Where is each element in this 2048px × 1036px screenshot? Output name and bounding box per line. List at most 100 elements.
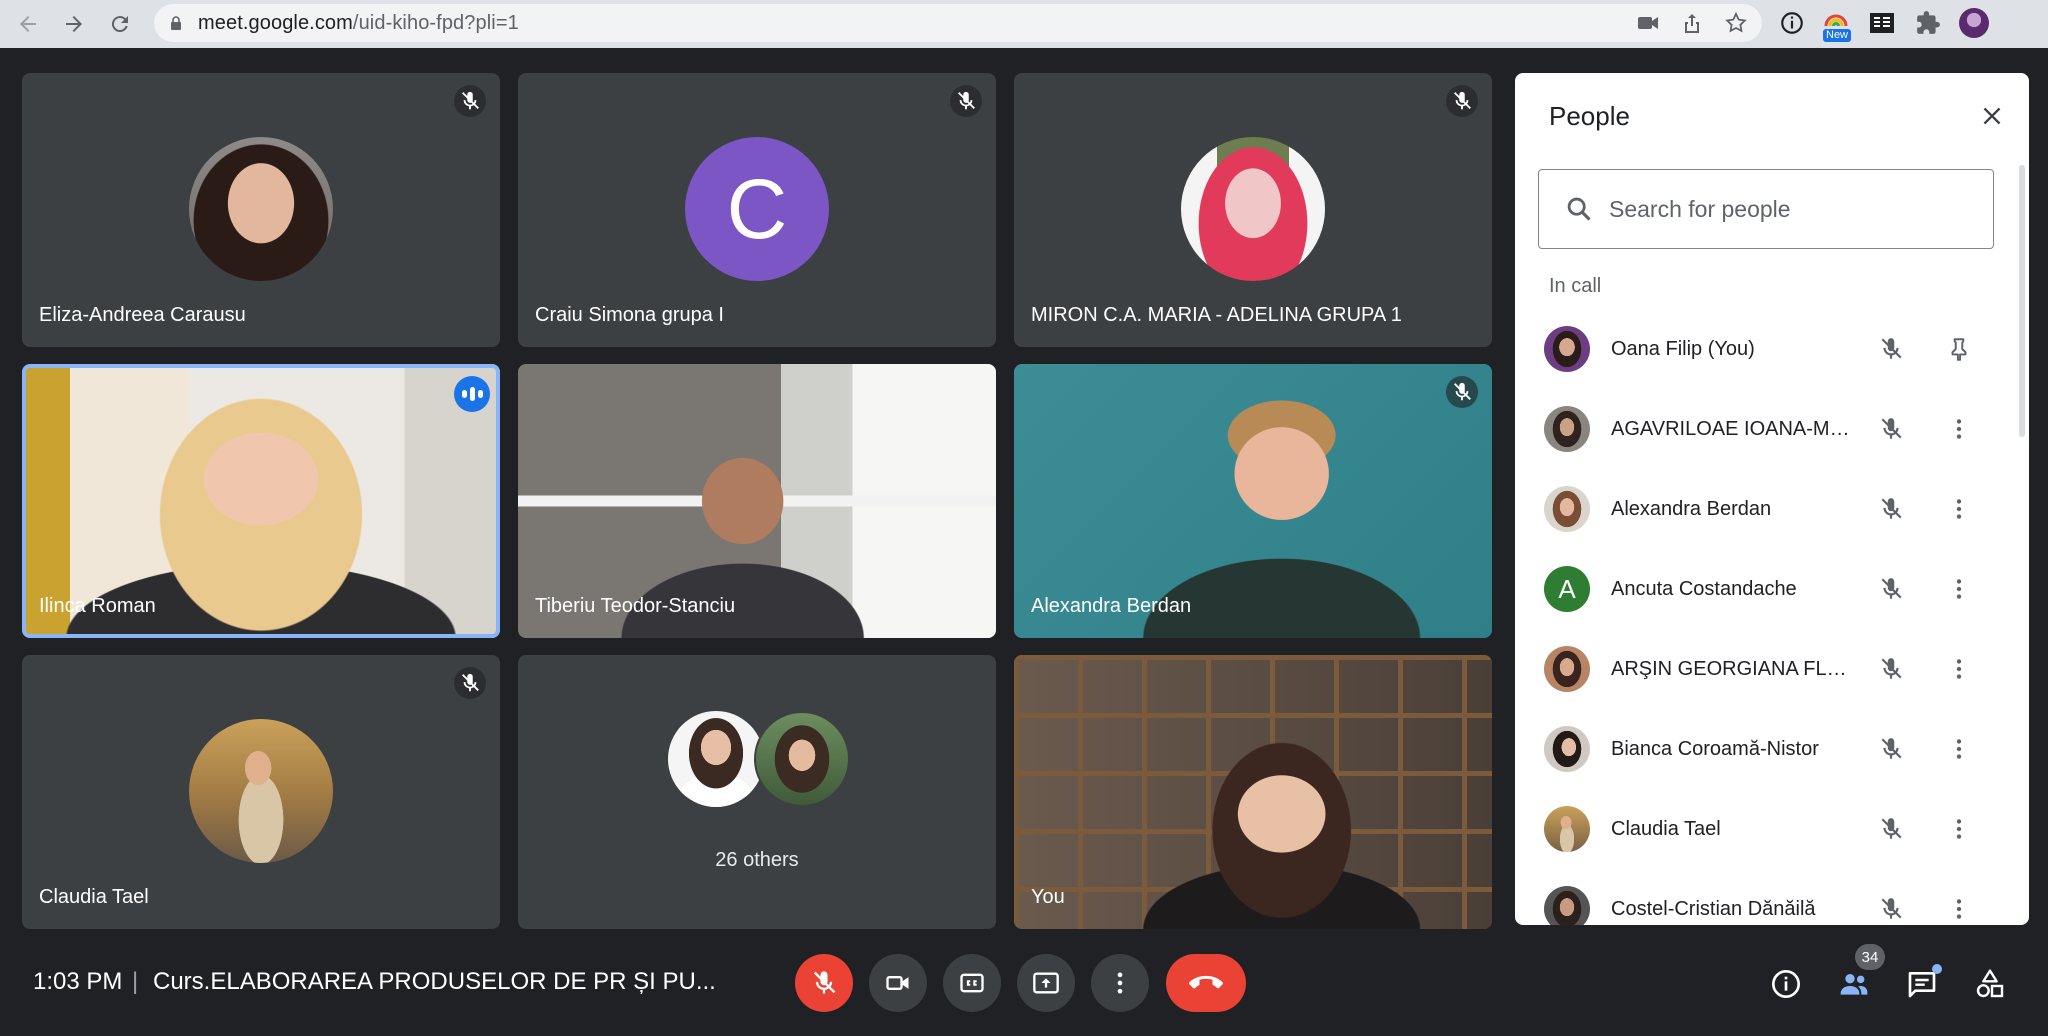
participant-name: Costel-Cristian Dănăilă <box>1611 897 1816 920</box>
participant-name: Claudia Tael <box>1611 817 1721 840</box>
avatar <box>1544 646 1590 692</box>
mic-off-icon <box>462 673 479 692</box>
call-end-icon <box>1189 975 1223 989</box>
more-options-button[interactable] <box>1091 954 1149 1012</box>
info-extension-button[interactable] <box>1775 6 1809 40</box>
mute-status-button[interactable] <box>1873 491 1909 527</box>
extensions-button[interactable] <box>1911 6 1945 40</box>
avatar: A <box>1544 566 1590 612</box>
participant-name: Bianca Coroamă-Nistor <box>1611 737 1819 760</box>
list-item[interactable]: Costel-Cristian Dănăilă <box>1515 869 2015 925</box>
self-tile[interactable]: You <box>1014 655 1492 929</box>
participant-tile[interactable]: Claudia Tael <box>22 655 500 929</box>
microphone-toggle-button[interactable] <box>795 954 853 1012</box>
participant-name: Ancuta Costandache <box>1611 577 1797 600</box>
more-options-button[interactable] <box>1941 491 1977 527</box>
back-arrow-icon <box>20 16 36 32</box>
more-options-button[interactable] <box>1941 811 1977 847</box>
forward-button[interactable] <box>56 6 92 42</box>
list-item[interactable]: ARŞIN GEORGIANA FLAV... <box>1515 629 2015 709</box>
present-screen-button[interactable] <box>1017 954 1075 1012</box>
section-label: In call <box>1549 275 1602 297</box>
mute-status-button[interactable] <box>1873 891 1909 925</box>
closed-captions-icon <box>960 973 984 993</box>
camera-toggle-button[interactable] <box>869 954 927 1012</box>
mic-off-icon <box>1881 818 1902 839</box>
mute-status-button[interactable] <box>1873 571 1909 607</box>
activities-button[interactable] <box>1968 962 2012 1006</box>
back-button[interactable] <box>10 6 46 42</box>
more-vert-icon <box>1956 419 1962 439</box>
mute-status-button[interactable] <box>1873 731 1909 767</box>
divider: | <box>132 968 139 995</box>
participant-tile[interactable]: Tiberiu Teodor-Stanciu <box>518 364 996 638</box>
participant-tile[interactable]: Eliza-Andreea Carausu <box>22 73 500 347</box>
participant-name: Tiberiu Teodor-Stanciu <box>535 595 736 617</box>
meeting-details-button[interactable] <box>1764 962 1808 1006</box>
list-item[interactable]: Bianca Coroamă-Nistor <box>1515 709 2015 789</box>
avatar <box>1544 806 1590 852</box>
browser-toolbar: meet.google.com/uid-kiho-fpd?pli=1 New <box>0 0 2048 48</box>
search-input[interactable] <box>1609 195 1969 223</box>
more-options-button[interactable] <box>1941 651 1977 687</box>
mic-off-icon <box>1881 498 1902 519</box>
profile-button[interactable] <box>1957 6 1991 40</box>
captions-button[interactable] <box>943 954 1001 1012</box>
mute-status-button[interactable] <box>1873 811 1909 847</box>
mic-off-icon <box>1881 898 1902 919</box>
more-vert-icon <box>1956 579 1962 599</box>
avatar <box>668 711 764 807</box>
avatar <box>189 719 333 863</box>
mic-off-icon <box>1881 578 1902 599</box>
avatar <box>1544 886 1590 925</box>
address-bar[interactable]: meet.google.com/uid-kiho-fpd?pli=1 <box>154 4 1762 42</box>
mute-status-button[interactable] <box>1873 651 1909 687</box>
mute-status-button[interactable] <box>1873 411 1909 447</box>
avatar <box>1544 486 1590 532</box>
more-options-button[interactable] <box>1941 891 1977 925</box>
more-options-button[interactable] <box>1941 731 1977 767</box>
search-field[interactable] <box>1538 169 1994 249</box>
mic-off-icon <box>1881 658 1902 679</box>
avatar <box>754 711 850 807</box>
participant-tile-active-speaker[interactable]: Ilinca Roman <box>22 364 500 638</box>
mute-status-button[interactable] <box>1873 331 1909 367</box>
participant-name: Oana Filip (You) <box>1611 337 1755 360</box>
panel-scrollbar[interactable] <box>2019 165 2025 437</box>
avatar <box>1544 726 1590 772</box>
list-item[interactable]: Oana Filip (You) <box>1515 309 2015 389</box>
avatar <box>1544 326 1590 372</box>
mic-off-icon <box>813 971 836 994</box>
people-panel: People In call Oana Filip (You) AGAVRILO… <box>1515 73 2029 925</box>
participant-tile[interactable]: C Craiu Simona grupa I <box>518 73 996 347</box>
present-to-all-icon <box>1033 972 1059 994</box>
list-item[interactable]: Alexandra Berdan <box>1515 469 2015 549</box>
camera-in-use-icon[interactable] <box>1636 11 1660 35</box>
leave-call-button[interactable] <box>1166 954 1246 1012</box>
close-panel-button[interactable] <box>1977 101 2007 131</box>
more-options-button[interactable] <box>1941 571 1977 607</box>
share-icon[interactable] <box>1680 11 1704 35</box>
panel-title: People <box>1549 101 1630 131</box>
puzzle-icon <box>1917 11 1940 34</box>
participant-tile[interactable]: MIRON C.A. MARIA - ADELINA GRUPA 1 <box>1014 73 1492 347</box>
muted-indicator <box>454 85 486 117</box>
search-icon <box>1567 197 1591 221</box>
mic-off-icon <box>1881 338 1902 359</box>
list-item[interactable]: Claudia Tael <box>1515 789 2015 869</box>
mic-off-icon <box>462 91 479 110</box>
participant-list: Oana Filip (You) AGAVRILOAE IOANA-MA... … <box>1515 309 2015 925</box>
reload-button[interactable] <box>102 6 138 42</box>
reader-extension-button[interactable] <box>1865 6 1899 40</box>
list-item[interactable]: A Ancuta Costandache <box>1515 549 2015 629</box>
muted-indicator <box>1446 85 1478 117</box>
meeting-title[interactable]: Curs.ELABORAREA PRODUSELOR DE PR ȘI PU..… <box>153 968 716 996</box>
meet-extension-button[interactable]: New <box>1819 6 1853 42</box>
more-options-button[interactable] <box>1941 411 1977 447</box>
participant-name: Eliza-Andreea Carausu <box>39 304 246 326</box>
list-item[interactable]: AGAVRILOAE IOANA-MA... <box>1515 389 2015 469</box>
pin-button[interactable] <box>1941 331 1977 367</box>
bookmark-star-icon[interactable] <box>1724 11 1748 35</box>
participant-tile[interactable]: Alexandra Berdan <box>1014 364 1492 638</box>
others-tile[interactable]: 26 others <box>518 655 996 929</box>
